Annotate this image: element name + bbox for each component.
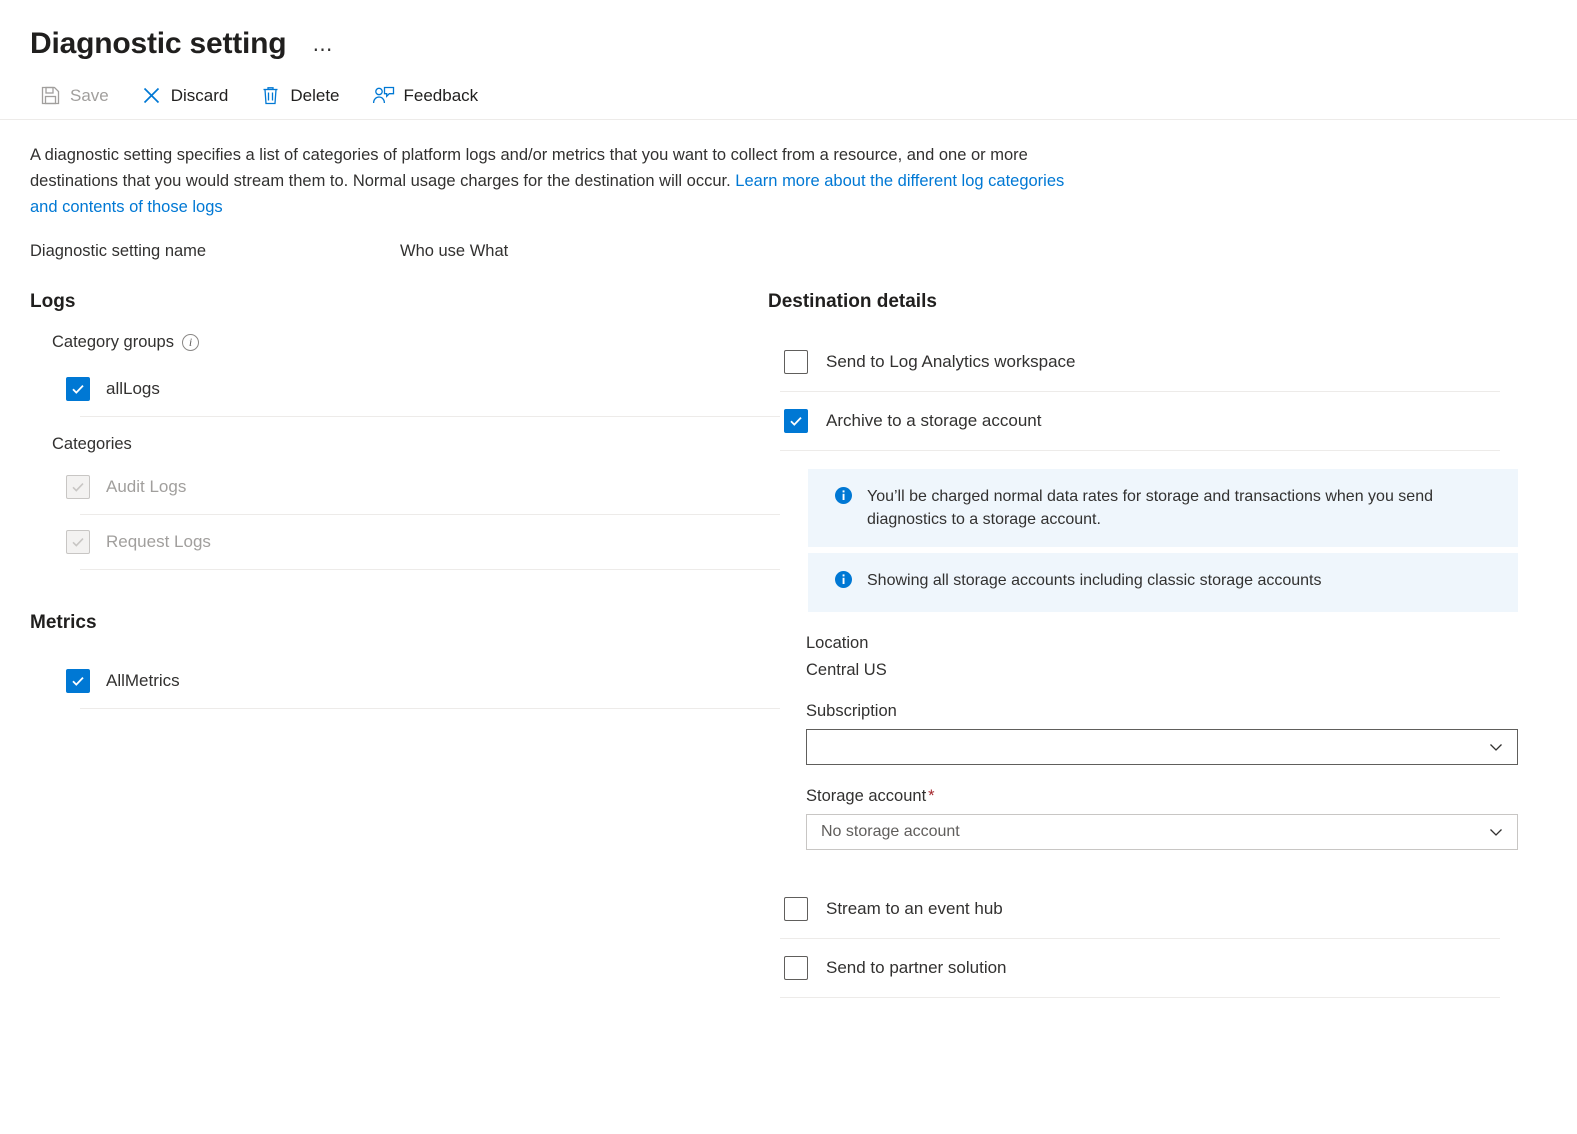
chevron-down-icon	[1487, 823, 1505, 841]
setting-name-row: Diagnostic setting name Who use What	[30, 242, 1577, 261]
partner-solution-checkbox[interactable]	[784, 956, 808, 980]
logs-column: Logs Category groups i allLogs Categorie…	[0, 291, 760, 998]
delete-label: Delete	[290, 86, 339, 106]
checkbox-row-partner-solution[interactable]: Send to partner solution	[768, 939, 1550, 997]
save-button[interactable]: Save	[38, 79, 123, 112]
log-analytics-checkbox[interactable]	[784, 350, 808, 374]
setting-name-label: Diagnostic setting name	[30, 242, 400, 261]
info-icon	[834, 570, 853, 596]
checkbox-row-alllogs[interactable]: allLogs	[30, 362, 760, 416]
event-hub-label: Stream to an event hub	[826, 899, 1003, 919]
categories-label: Categories	[52, 435, 132, 454]
page-title: Diagnostic setting	[30, 25, 286, 63]
category-groups-label: Category groups	[52, 333, 174, 352]
required-asterisk: *	[928, 787, 934, 805]
allmetrics-checkbox[interactable]	[66, 669, 90, 693]
description-text: A diagnostic setting specifies a list of…	[30, 142, 1075, 220]
feedback-icon	[372, 85, 395, 106]
allmetrics-label: AllMetrics	[106, 671, 180, 691]
request-logs-label: Request Logs	[106, 532, 211, 552]
classic-accounts-banner: Showing all storage accounts including c…	[808, 553, 1518, 612]
close-icon	[141, 85, 162, 106]
destination-section-title: Destination details	[768, 291, 1550, 313]
delete-button[interactable]: Delete	[258, 79, 353, 112]
checkbox-row-audit-logs: Audit Logs	[30, 460, 760, 514]
categories-label-row: Categories	[52, 435, 760, 454]
partner-solution-label: Send to partner solution	[826, 958, 1007, 978]
trash-icon	[260, 85, 281, 106]
classic-accounts-text: Showing all storage accounts including c…	[867, 569, 1321, 596]
feedback-button[interactable]: Feedback	[370, 79, 493, 112]
feedback-label: Feedback	[404, 86, 479, 106]
page-header: Diagnostic setting ⋯	[0, 0, 1577, 72]
divider	[80, 708, 780, 709]
setting-name-value[interactable]: Who use What	[400, 242, 508, 261]
storage-account-dropdown[interactable]: No storage account	[806, 814, 1518, 850]
archive-storage-label: Archive to a storage account	[826, 411, 1041, 431]
alllogs-checkbox[interactable]	[66, 377, 90, 401]
storage-charges-banner: You’ll be charged normal data rates for …	[808, 469, 1518, 547]
info-icon[interactable]: i	[182, 334, 199, 351]
discard-button[interactable]: Discard	[139, 79, 243, 112]
main-columns: Logs Category groups i allLogs Categorie…	[0, 291, 1577, 998]
audit-logs-checkbox	[66, 475, 90, 499]
discard-label: Discard	[171, 86, 229, 106]
divider	[80, 569, 780, 570]
info-icon	[834, 486, 853, 531]
save-label: Save	[70, 86, 109, 106]
archive-storage-checkbox[interactable]	[784, 409, 808, 433]
storage-account-label-row: Storage account*	[806, 787, 1518, 806]
subscription-dropdown[interactable]	[806, 729, 1518, 765]
audit-logs-label: Audit Logs	[106, 477, 186, 497]
storage-account-label: Storage account	[806, 787, 926, 805]
request-logs-checkbox	[66, 530, 90, 554]
alllogs-label: allLogs	[106, 379, 160, 399]
subscription-label: Subscription	[806, 702, 1518, 721]
chevron-down-icon	[1487, 738, 1505, 756]
divider	[780, 997, 1500, 998]
storage-charges-text: You’ll be charged normal data rates for …	[867, 485, 1500, 531]
metrics-section-title: Metrics	[30, 612, 760, 634]
destination-column: Destination details Send to Log Analytic…	[760, 291, 1550, 998]
log-analytics-label: Send to Log Analytics workspace	[826, 352, 1075, 372]
more-options-icon[interactable]: ⋯	[312, 37, 334, 62]
command-bar: Save Discard Delete	[0, 72, 1577, 120]
diagnostic-setting-page: Diagnostic setting ⋯ Save Discard	[0, 0, 1577, 1134]
checkbox-row-request-logs: Request Logs	[30, 515, 760, 569]
storage-account-placeholder: No storage account	[821, 823, 960, 841]
storage-fields: Location Central US Subscription Storage…	[806, 634, 1518, 850]
checkbox-row-log-analytics[interactable]: Send to Log Analytics workspace	[768, 333, 1550, 391]
checkbox-row-archive-storage[interactable]: Archive to a storage account	[768, 392, 1550, 450]
save-icon	[40, 85, 61, 106]
divider	[80, 416, 780, 417]
event-hub-checkbox[interactable]	[784, 897, 808, 921]
location-label: Location	[806, 634, 1518, 653]
location-value: Central US	[806, 661, 1518, 680]
checkbox-row-event-hub[interactable]: Stream to an event hub	[768, 880, 1550, 938]
category-groups-label-row: Category groups i	[52, 333, 760, 352]
checkbox-row-allmetrics[interactable]: AllMetrics	[30, 654, 760, 708]
logs-section-title: Logs	[30, 291, 760, 313]
